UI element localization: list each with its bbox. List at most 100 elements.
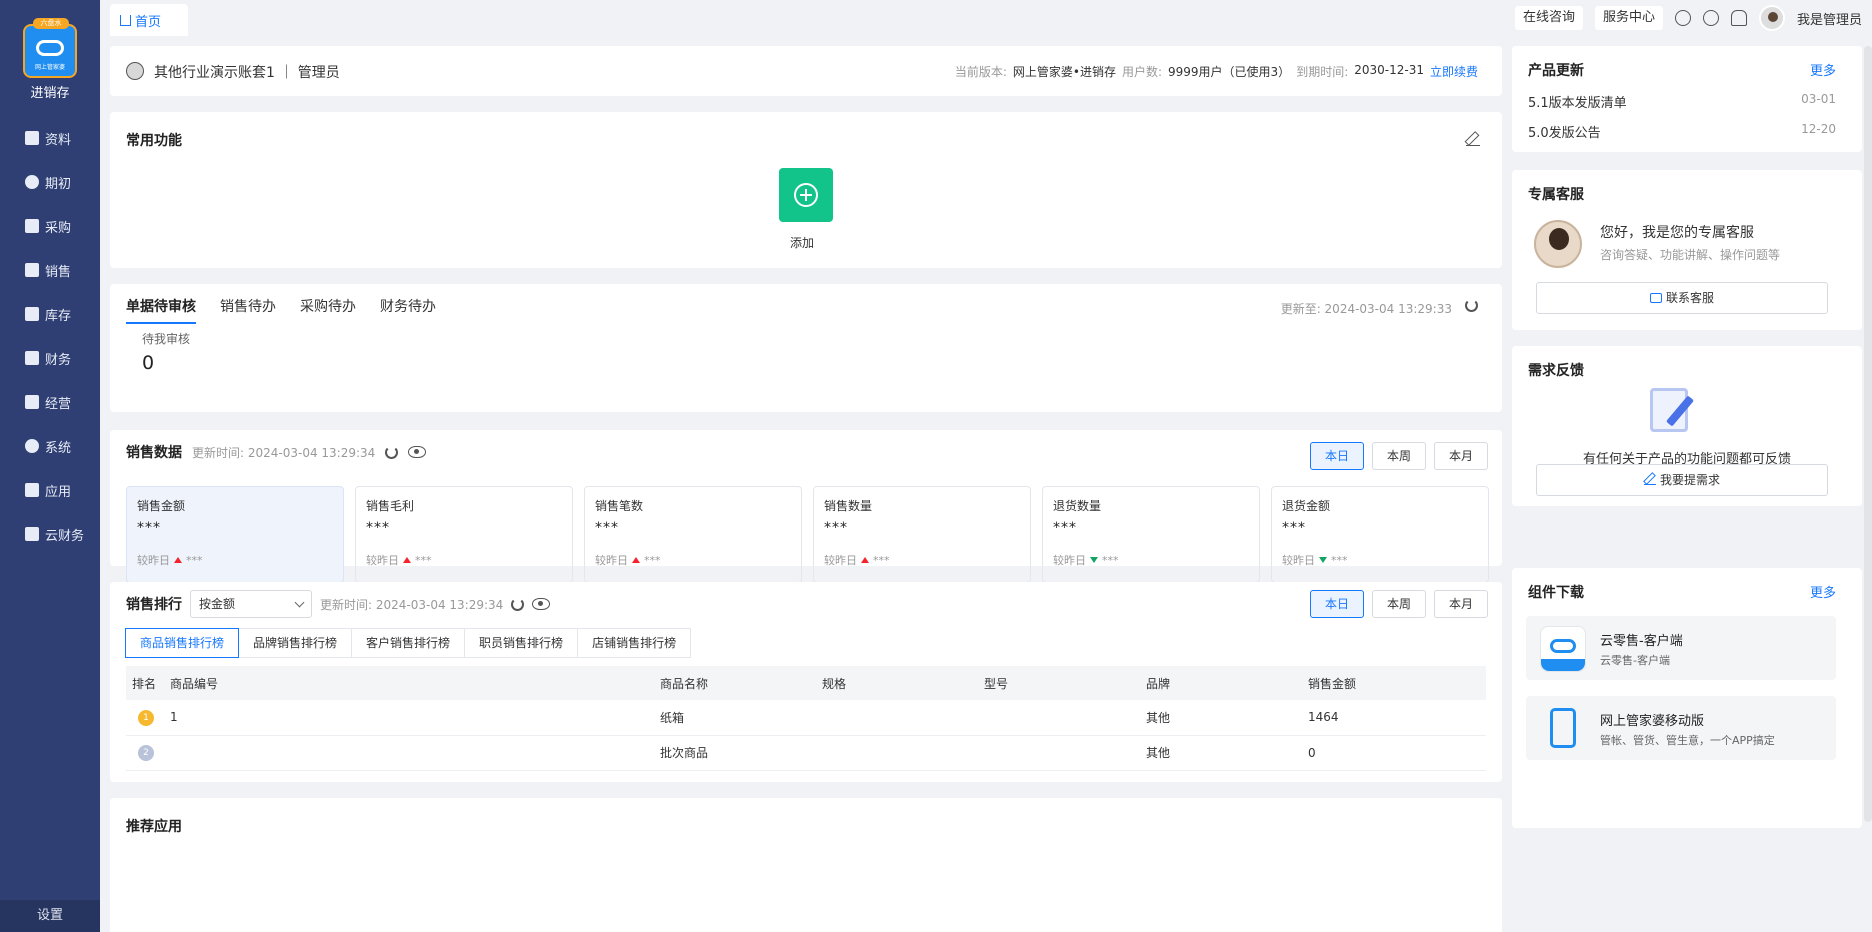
chat-icon — [1649, 293, 1662, 303]
sidebar-item-purchase[interactable]: 采购 — [0, 204, 100, 248]
metric-compare: 较昨日 *** — [824, 552, 890, 568]
avatar[interactable] — [1758, 5, 1785, 31]
recommended-apps-card: 推荐应用 — [110, 798, 1502, 932]
downloads-more-link[interactable]: 更多 — [1810, 582, 1836, 601]
pending-review-label: 待我审核 — [142, 332, 191, 346]
pending-review-count[interactable]: 0 — [142, 352, 154, 374]
tab-product-ranking[interactable]: 商品销售排行榜 — [125, 628, 240, 658]
sidebar-item-system[interactable]: 系统 — [0, 424, 100, 468]
expire-value: 2030-12-31 — [1354, 63, 1424, 77]
metric-label: 销售笔数 — [595, 499, 644, 513]
sidebar-item-operation[interactable]: 经营 — [0, 380, 100, 424]
metric-order-count[interactable]: 销售笔数 *** 较昨日 *** — [584, 486, 802, 583]
metric-compare: 较昨日 *** — [595, 552, 661, 568]
column-header: 品牌 — [1140, 666, 1302, 700]
sidebar-item-finance[interactable]: 财务 — [0, 336, 100, 380]
code-cell — [164, 735, 654, 771]
download-item-mobile-app[interactable]: 网上管家婆移动版 管帐、管货、管生意，一个APP搞定 — [1526, 696, 1836, 760]
sidebar-item-data[interactable]: 资料 — [0, 116, 100, 160]
updates-more-link[interactable]: 更多 — [1810, 60, 1836, 79]
refresh-icon[interactable] — [385, 445, 399, 459]
sales-icon — [25, 263, 39, 277]
metric-sales-amount[interactable]: 销售金额 *** 较昨日 *** — [126, 486, 344, 583]
sales-data-card: 销售数据 更新时间: 2024-03-04 13:29:34 本日 本周 本月 … — [110, 430, 1502, 583]
brand-cell: 其他 — [1140, 700, 1302, 736]
eye-icon[interactable] — [532, 598, 551, 610]
tab-pending-review[interactable]: 单据待审核 — [126, 292, 196, 324]
column-header: 排名 — [126, 666, 164, 700]
update-item[interactable]: 5.1版本发版清单 03-01 — [1528, 92, 1836, 111]
tab-customer-ranking[interactable]: 客户销售排行榜 — [351, 628, 466, 658]
tab-finance-todo[interactable]: 财务待办 — [380, 292, 436, 324]
online-consult-button[interactable]: 在线咨询 — [1514, 6, 1583, 30]
sort-by-select[interactable]: 按金额 — [190, 590, 312, 618]
tab-sales-todo[interactable]: 销售待办 — [220, 292, 276, 324]
renew-link[interactable]: 立即续费 — [1430, 63, 1478, 80]
range-week-button[interactable]: 本周 — [1372, 590, 1426, 618]
tab-store-ranking[interactable]: 店铺销售排行榜 — [577, 628, 692, 658]
table-row[interactable]: 1 1 纸箱 其他 1464 — [126, 700, 1486, 736]
metric-compare: 较昨日 *** — [1053, 552, 1119, 568]
range-month-button[interactable]: 本月 — [1434, 590, 1488, 618]
add-function-label: 添加 — [790, 236, 815, 250]
sidebar-item-sales[interactable]: 销售 — [0, 248, 100, 292]
ranking-updated-time: 更新时间: 2024-03-04 13:29:34 — [320, 597, 504, 612]
users-value: 9999用户（已使用3） — [1168, 65, 1291, 79]
tab-brand-ranking[interactable]: 品牌销售排行榜 — [238, 628, 353, 658]
trend-up-icon — [174, 557, 182, 563]
name-cell: 批次商品 — [654, 735, 816, 771]
metric-sales-quantity[interactable]: 销售数量 *** 较昨日 *** — [813, 486, 1031, 583]
column-header: 型号 — [978, 666, 1140, 700]
tab-staff-ranking[interactable]: 职员销售排行榜 — [464, 628, 579, 658]
cloud-download-icon[interactable] — [1674, 10, 1691, 26]
bell-icon[interactable] — [1730, 10, 1747, 26]
range-today-button[interactable]: 本日 — [1310, 442, 1364, 470]
users-label: 用户数: — [1121, 65, 1162, 79]
sidebar-item-opening[interactable]: 期初 — [0, 160, 100, 204]
column-header: 规格 — [816, 666, 978, 700]
sidebar-item-cloud-finance[interactable]: 云财务 — [0, 512, 100, 556]
metric-label: 销售数量 — [824, 499, 873, 513]
update-text: 5.1版本发版清单 — [1528, 96, 1627, 111]
range-month-button[interactable]: 本月 — [1434, 442, 1488, 470]
contact-service-button[interactable]: 联系客服 — [1536, 282, 1828, 314]
update-item[interactable]: 5.0发版公告 12-20 — [1528, 122, 1836, 141]
page-scrollbar[interactable] — [1864, 46, 1872, 822]
settings-button[interactable]: 设置 — [0, 900, 100, 932]
metric-return-amount[interactable]: 退货金额 *** 较昨日 *** — [1271, 486, 1489, 583]
ranking-title: 销售排行 — [126, 597, 182, 613]
range-week-button[interactable]: 本周 — [1372, 442, 1426, 470]
table-header-row: 排名 商品编号 商品名称 规格 型号 品牌 销售金额 — [126, 666, 1486, 700]
service-center-button[interactable]: 服务中心 — [1594, 6, 1663, 30]
refresh-icon[interactable] — [1465, 299, 1478, 312]
tab-purchase-todo[interactable]: 采购待办 — [300, 292, 356, 324]
metric-return-quantity[interactable]: 退货数量 *** 较昨日 *** — [1042, 486, 1260, 583]
logo-subtitle: 网上管家婆 — [34, 64, 65, 71]
tab-home[interactable]: 首页 — [110, 4, 188, 36]
metric-gross-profit[interactable]: 销售毛利 *** 较昨日 *** — [355, 486, 573, 583]
downloads-title: 组件下载 — [1528, 585, 1584, 601]
submit-request-button[interactable]: 我要提需求 — [1536, 464, 1828, 496]
search-icon[interactable] — [1702, 10, 1719, 26]
app-logo[interactable]: 六盘水 网上管家婆 — [23, 18, 77, 78]
user-menu[interactable]: 我是管理员 — [1797, 9, 1862, 28]
eye-icon[interactable] — [408, 446, 427, 458]
compare-label: 较昨日 — [366, 554, 399, 567]
download-item-retail-client[interactable]: 云零售-客户端 云零售-客户端 — [1526, 616, 1836, 680]
exclusive-service-card: 专属客服 您好，我是您的专属客服 咨询答疑、功能讲解、操作问题等 联系客服 — [1512, 170, 1862, 330]
sidebar-item-inventory[interactable]: 库存 — [0, 292, 100, 336]
sidebar-item-app[interactable]: 应用 — [0, 468, 100, 512]
rank-cell: 1 — [126, 700, 164, 736]
cloud-finance-icon — [25, 527, 39, 541]
edit-icon[interactable] — [1466, 132, 1480, 146]
refresh-icon[interactable] — [511, 597, 525, 611]
range-today-button[interactable]: 本日 — [1310, 590, 1364, 618]
sidebar: 六盘水 网上管家婆 进销存 资料 期初 采购 销售 库存 财务 经营 系统 应用… — [0, 0, 100, 932]
table-row[interactable]: 2 批次商品 其他 0 — [126, 735, 1486, 771]
download-subtitle: 云零售-客户端 — [1600, 654, 1670, 667]
add-function-button[interactable] — [779, 168, 833, 222]
model-cell — [978, 700, 1140, 736]
compare-label: 较昨日 — [1053, 554, 1086, 567]
metric-value: *** — [366, 520, 390, 536]
ranking-tabs: 商品销售排行榜 品牌销售排行榜 客户销售排行榜 职员销售排行榜 店铺销售排行榜 — [125, 628, 692, 658]
